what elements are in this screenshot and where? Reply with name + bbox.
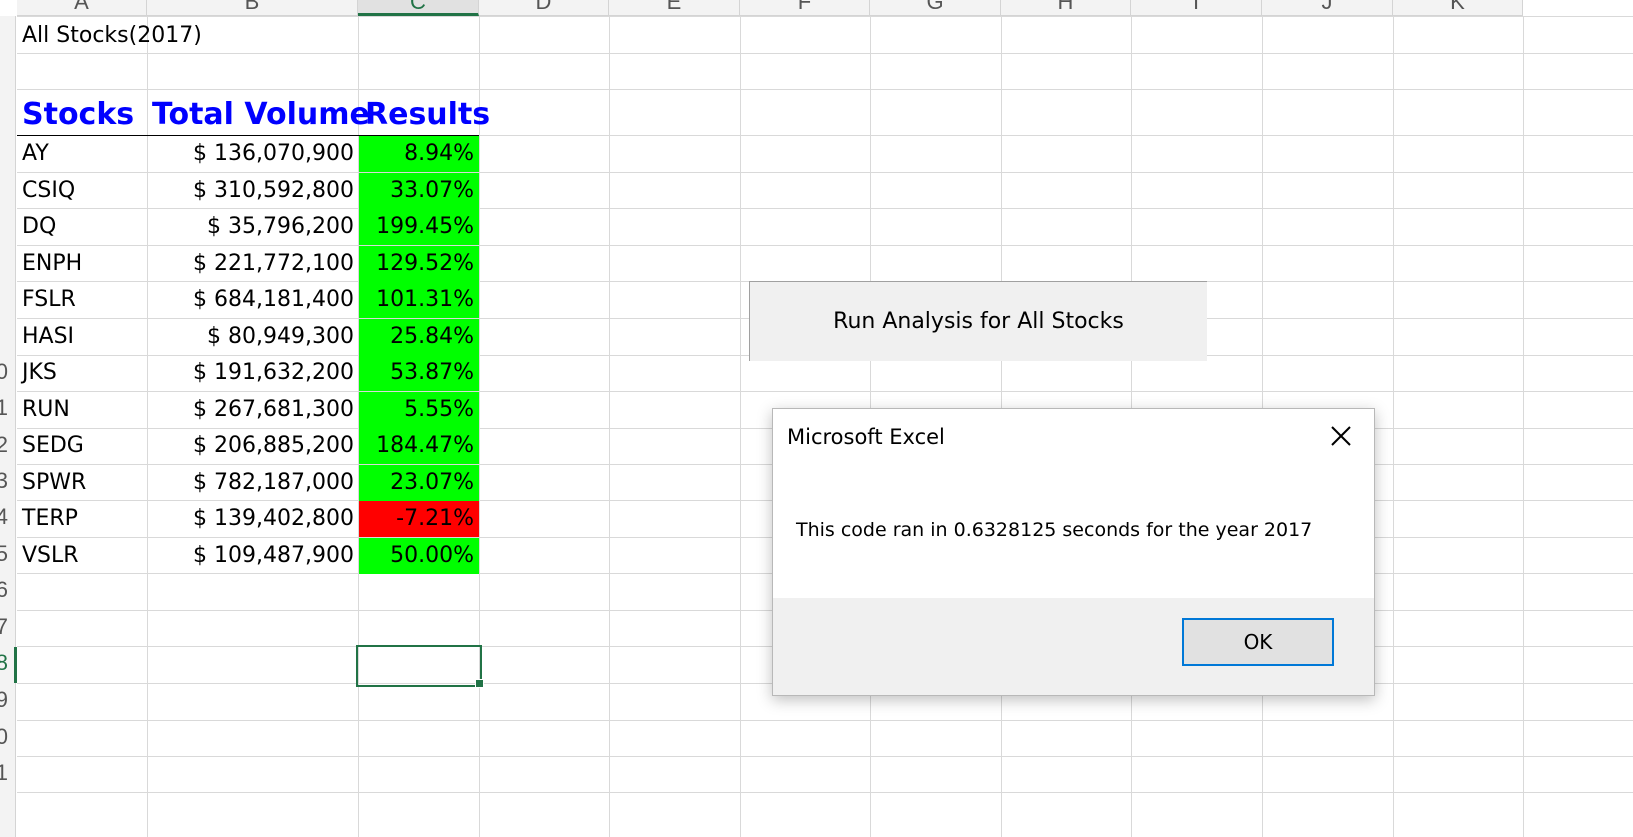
volume-cell[interactable]: $ 782,187,000 [147,465,354,501]
column-header-i[interactable]: I [1131,0,1262,16]
volume-cell[interactable]: $ 35,796,200 [147,209,354,245]
ok-button-label: OK [1243,630,1273,654]
volume-cell[interactable]: $ 684,181,400 [147,282,354,318]
column-header-c[interactable]: C [358,0,479,16]
column-header-g[interactable]: G [870,0,1001,16]
row-selection-indicator [14,647,17,683]
column-header-b[interactable]: B [147,0,358,16]
volume-cell[interactable]: $ 191,632,200 [147,355,354,391]
result-cell[interactable]: 184.47% [359,428,479,464]
ticker-cell[interactable]: RUN [22,392,70,428]
result-cell[interactable]: 23.07% [359,464,479,501]
volume-cell[interactable]: $ 136,070,900 [147,136,354,172]
sheet-title[interactable]: All Stocks(2017) [22,18,202,54]
ticker-cell[interactable]: TERP [22,501,78,537]
result-cell[interactable]: 25.84% [359,318,479,355]
header-total-volume[interactable]: Total Volume [152,94,370,136]
result-cell[interactable]: 199.45% [359,209,479,245]
ticker-cell[interactable]: SPWR [22,465,86,501]
result-value: 23.07% [390,469,474,495]
ticker-cell[interactable]: CSIQ [22,173,75,209]
row-header-bar [0,16,16,837]
run-analysis-button-label: Run Analysis for All Stocks [833,309,1124,334]
ticker-cell[interactable]: FSLR [22,282,76,318]
ticker-cell[interactable]: JKS [22,355,57,391]
volume-cell[interactable]: $ 139,402,800 [147,501,354,537]
row-number[interactable]: 1 [0,760,14,786]
row-number[interactable]: 8 [0,650,14,676]
result-value: 199.45% [376,214,474,239]
result-cell[interactable]: 129.52% [359,245,479,282]
run-analysis-button[interactable]: Run Analysis for All Stocks [749,281,1207,361]
ok-button[interactable]: OK [1182,618,1334,666]
result-value: 25.84% [390,323,474,349]
result-cell[interactable]: 5.55% [359,391,479,428]
row-number[interactable]: 0 [0,359,14,385]
result-value: 129.52% [376,250,474,276]
row-number[interactable]: 7 [0,614,14,640]
row-number[interactable]: 9 [0,687,14,713]
row-number[interactable]: 0 [0,724,14,750]
column-header-k[interactable]: K [1393,0,1523,16]
volume-cell[interactable]: $ 109,487,900 [147,538,354,574]
result-value: 33.07% [390,177,474,203]
row-number[interactable]: 4 [0,504,14,530]
volume-cell[interactable]: $ 206,885,200 [147,428,354,464]
result-cell[interactable]: 50.00% [359,537,479,574]
ticker-cell[interactable]: VSLR [22,538,79,574]
result-value: 5.55% [404,396,474,422]
column-header-h[interactable]: H [1001,0,1131,16]
dialog-title: Microsoft Excel [787,425,945,449]
result-cell[interactable]: 8.94% [359,136,479,172]
column-header-j[interactable]: J [1262,0,1393,16]
result-value: 184.47% [376,433,474,458]
result-value: 101.31% [376,287,474,312]
row-number[interactable]: 6 [0,577,14,603]
row-number[interactable]: 2 [0,432,14,458]
selected-cell-c18[interactable] [356,645,482,687]
dialog-message: This code ran in 0.6328125 seconds for t… [796,519,1313,541]
row-number[interactable]: 3 [0,468,14,494]
volume-cell[interactable]: $ 267,681,300 [147,392,354,428]
row-number[interactable]: 5 [0,541,14,567]
result-value: 53.87% [390,360,474,385]
dialog-footer: OK [773,598,1374,695]
ticker-cell[interactable]: HASI [22,319,74,355]
result-cell[interactable]: -7.21% [359,501,479,537]
ticker-cell[interactable]: ENPH [22,246,82,282]
ticker-cell[interactable]: AY [22,136,49,172]
column-header-f[interactable]: F [740,0,870,16]
ticker-cell[interactable]: SEDG [22,428,84,464]
message-box-dialog: Microsoft Excel This code ran in 0.63281… [772,408,1375,696]
column-header-a[interactable]: A [17,0,147,16]
result-value: 50.00% [390,542,474,568]
volume-cell[interactable]: $ 310,592,800 [147,173,354,209]
header-stocks[interactable]: Stocks [22,94,134,136]
result-value: -7.21% [396,506,474,531]
volume-cell[interactable]: $ 221,772,100 [147,246,354,282]
close-icon[interactable] [1328,423,1354,449]
volume-cell[interactable]: $ 80,949,300 [147,319,354,355]
result-cell[interactable]: 53.87% [359,355,479,391]
header-results[interactable]: Results [365,94,490,136]
column-header-e[interactable]: E [609,0,740,16]
column-header-d[interactable]: D [479,0,609,16]
fill-handle[interactable] [475,679,484,688]
ticker-cell[interactable]: DQ [22,209,56,245]
result-cell[interactable]: 33.07% [359,172,479,209]
row-number[interactable]: 1 [0,395,14,421]
result-cell[interactable]: 101.31% [359,282,479,318]
result-value: 8.94% [404,141,474,166]
